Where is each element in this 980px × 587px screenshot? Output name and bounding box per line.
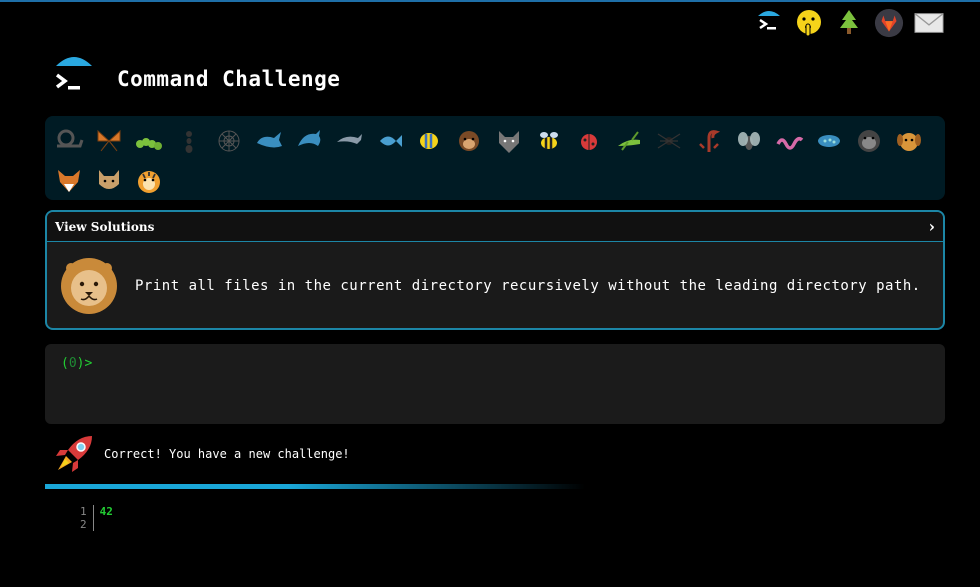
view-solutions-toggle[interactable]: View Solutions ›: [47, 212, 943, 242]
line-number: 1: [80, 505, 87, 518]
dolphin-blue-icon[interactable]: [289, 121, 329, 161]
success-message: Correct! You have a new challenge!: [104, 447, 350, 461]
challenge-description: Print all files in the current directory…: [135, 278, 921, 294]
microbe-icon[interactable]: [809, 121, 849, 161]
tropical-fish-icon[interactable]: [409, 121, 449, 161]
snail-icon[interactable]: [49, 121, 89, 161]
worm-icon[interactable]: [769, 121, 809, 161]
output-lines: 42: [94, 505, 113, 531]
top-nav: [754, 8, 944, 38]
challenge-card: View Solutions › Print all files in the …: [45, 210, 945, 330]
logo-icon[interactable]: [52, 54, 96, 98]
fly-icon[interactable]: [729, 121, 769, 161]
view-solutions-label: View Solutions: [55, 219, 155, 234]
gitlab-icon[interactable]: [874, 8, 904, 38]
prompt-close: )>: [76, 356, 93, 371]
monkey-head-icon[interactable]: [449, 121, 489, 161]
output-line: 42: [99, 505, 113, 518]
prompt: (0)>: [61, 356, 92, 371]
scorpion-icon[interactable]: [689, 121, 729, 161]
tree-icon[interactable]: [834, 8, 864, 38]
terminal-input[interactable]: (0)>: [45, 344, 945, 424]
prompt-counter: 0: [68, 356, 77, 371]
wolf-icon[interactable]: [489, 121, 529, 161]
ladybug-icon[interactable]: [569, 121, 609, 161]
shushing-face-icon[interactable]: [794, 8, 824, 38]
prompt-open: (: [61, 356, 69, 371]
tiger-icon[interactable]: [129, 161, 169, 201]
page-title: Command Challenge: [117, 67, 341, 91]
fish-icon[interactable]: [369, 121, 409, 161]
command-output: 1 2 42: [80, 505, 113, 531]
dolphin-grey-icon[interactable]: [329, 121, 369, 161]
terminal-icon[interactable]: [754, 8, 784, 38]
fox-icon[interactable]: [49, 161, 89, 201]
butterfly-icon[interactable]: [89, 121, 129, 161]
lion-avatar-icon: [57, 254, 121, 318]
caterpillar-icon[interactable]: [129, 121, 169, 161]
cat-icon[interactable]: [89, 161, 129, 201]
line-numbers: 1 2: [80, 505, 94, 531]
rocket-icon: [52, 432, 96, 476]
page-header: Command Challenge: [52, 54, 340, 98]
mail-icon[interactable]: [914, 8, 944, 38]
ant-icon[interactable]: [169, 121, 209, 161]
spider-web-icon[interactable]: [209, 121, 249, 161]
progress-animals: [45, 116, 945, 200]
gorilla-icon[interactable]: [849, 121, 889, 161]
cricket-icon[interactable]: [609, 121, 649, 161]
chevron-right-icon[interactable]: ›: [929, 217, 935, 236]
dog-icon[interactable]: [889, 121, 929, 161]
progress-bar: [45, 484, 585, 489]
whale-icon[interactable]: [249, 121, 289, 161]
success-row: Correct! You have a new challenge!: [52, 432, 350, 476]
bee-icon[interactable]: [529, 121, 569, 161]
spider-icon[interactable]: [649, 121, 689, 161]
line-number: 2: [80, 518, 87, 531]
